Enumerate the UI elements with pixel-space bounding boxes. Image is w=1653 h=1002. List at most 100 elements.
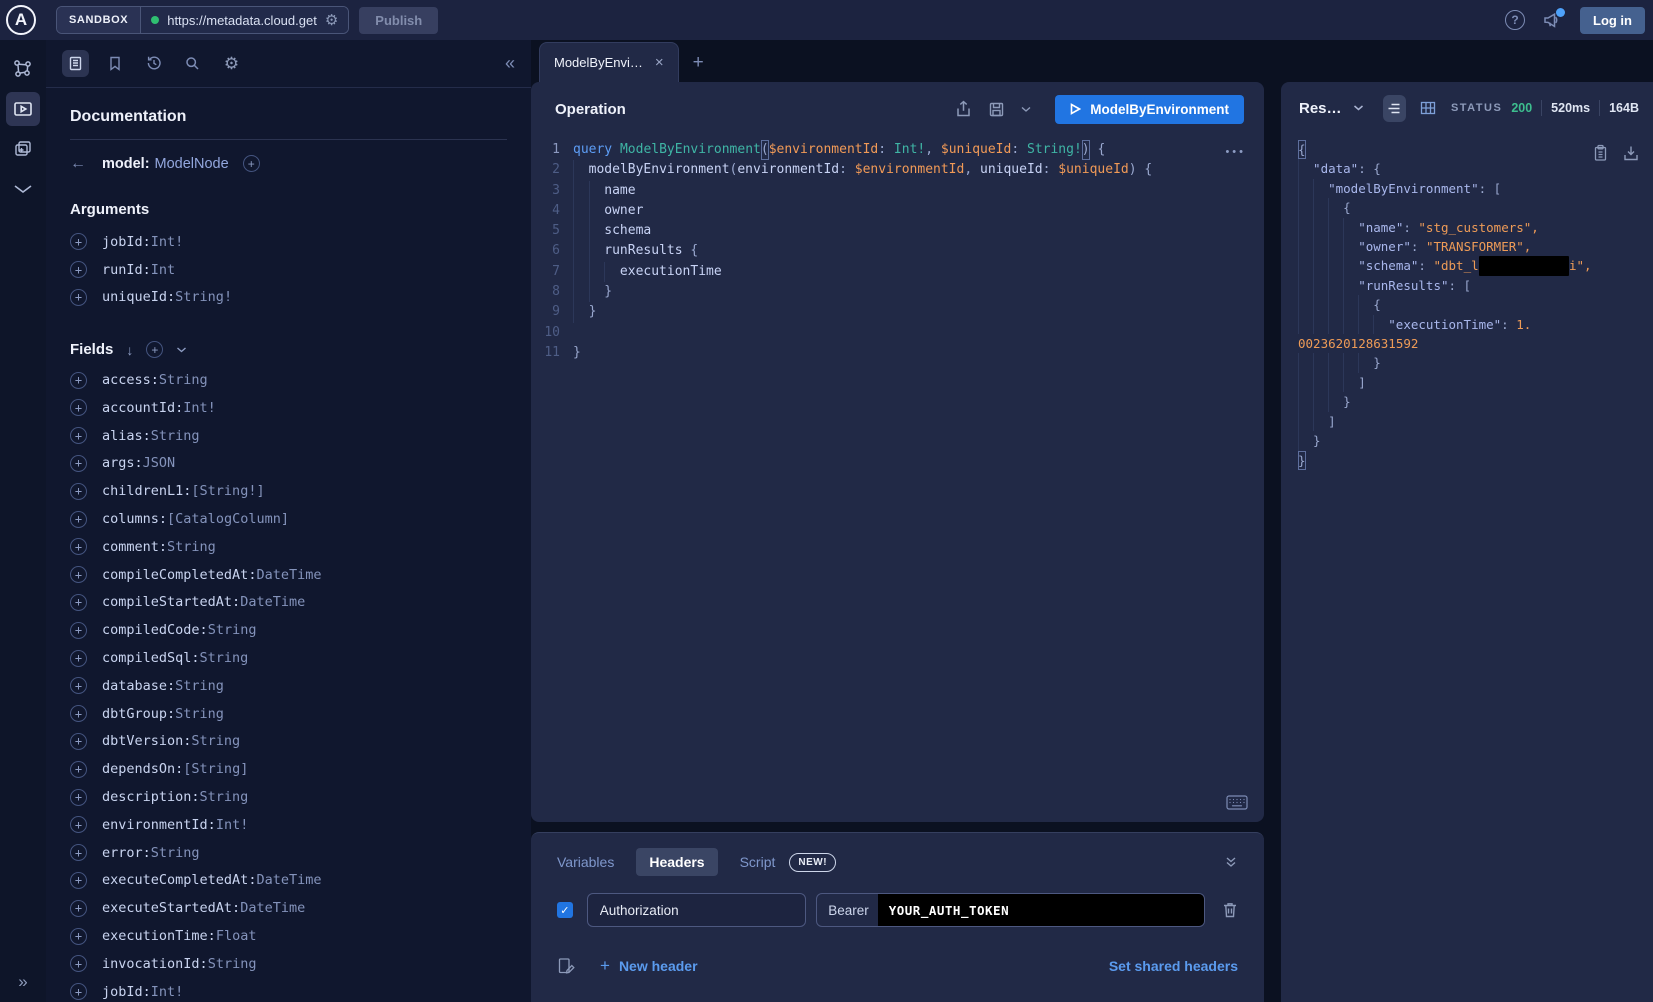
operation-tab[interactable]: ModelByEnvi… × bbox=[539, 42, 679, 82]
download-response-icon[interactable] bbox=[1623, 144, 1639, 162]
field-name[interactable]: columns bbox=[102, 511, 159, 527]
breadcrumb-type[interactable]: ModelNode bbox=[155, 156, 229, 172]
add-field-to-query-icon[interactable]: + bbox=[70, 566, 87, 583]
fields-chevron-icon[interactable] bbox=[176, 346, 187, 354]
edit-raw-headers-icon[interactable] bbox=[557, 957, 575, 976]
add-field-to-query-icon[interactable]: + bbox=[70, 650, 87, 667]
doc-field-item[interactable]: +access: String bbox=[70, 366, 507, 394]
add-type-icon[interactable]: + bbox=[243, 155, 260, 172]
add-field-to-query-icon[interactable]: + bbox=[70, 261, 87, 278]
add-field-to-query-icon[interactable]: + bbox=[70, 900, 87, 917]
collections-icon[interactable] bbox=[6, 132, 40, 166]
field-type[interactable]: String! bbox=[175, 289, 232, 305]
field-type[interactable]: Int! bbox=[151, 234, 184, 250]
doc-field-item[interactable]: +description: String bbox=[70, 783, 507, 811]
doc-field-item[interactable]: +runId: Int bbox=[70, 256, 507, 284]
field-type[interactable]: [CatalogColumn] bbox=[167, 511, 289, 527]
add-field-to-query-icon[interactable]: + bbox=[70, 872, 87, 889]
response-body[interactable]: {"data": {"modelByEnvironment": [{"name"… bbox=[1281, 134, 1653, 1002]
field-name[interactable]: childrenL1 bbox=[102, 483, 183, 499]
header-key-input[interactable] bbox=[587, 893, 806, 927]
run-operation-button[interactable]: ModelByEnvironment bbox=[1055, 95, 1244, 124]
doc-field-item[interactable]: +jobId: Int! bbox=[70, 228, 507, 256]
field-name[interactable]: executionTime bbox=[102, 928, 208, 944]
graphql-editor[interactable]: 1query ModelByEnvironment($environmentId… bbox=[531, 136, 1264, 822]
field-name[interactable]: dbtVersion bbox=[102, 733, 183, 749]
add-field-to-query-icon[interactable]: + bbox=[70, 455, 87, 472]
field-name[interactable]: dbtGroup bbox=[102, 706, 167, 722]
field-type[interactable]: Float bbox=[216, 928, 257, 944]
tab-script[interactable]: Script bbox=[740, 854, 776, 870]
add-field-to-query-icon[interactable]: + bbox=[70, 511, 87, 528]
add-field-to-query-icon[interactable]: + bbox=[70, 677, 87, 694]
field-name[interactable]: uniqueId bbox=[102, 289, 167, 305]
doc-field-item[interactable]: +compileStartedAt: DateTime bbox=[70, 589, 507, 617]
field-name[interactable]: comment bbox=[102, 539, 159, 555]
field-type[interactable]: String bbox=[200, 650, 249, 666]
field-type[interactable]: [String] bbox=[183, 761, 248, 777]
add-field-to-query-icon[interactable]: + bbox=[70, 705, 87, 722]
add-field-to-query-icon[interactable]: + bbox=[70, 622, 87, 639]
field-name[interactable]: executeCompletedAt bbox=[102, 872, 248, 888]
response-dropdown-chevron-icon[interactable] bbox=[1353, 104, 1364, 112]
add-all-fields-icon[interactable]: + bbox=[146, 341, 163, 358]
field-name[interactable]: runId bbox=[102, 262, 143, 278]
field-name[interactable]: environmentId bbox=[102, 817, 208, 833]
table-view-icon[interactable] bbox=[1417, 95, 1440, 122]
add-field-to-query-icon[interactable]: + bbox=[70, 761, 87, 778]
field-name[interactable]: jobId bbox=[102, 234, 143, 250]
field-name[interactable]: invocationId bbox=[102, 956, 200, 972]
announcements-icon[interactable] bbox=[1543, 11, 1562, 29]
add-field-to-query-icon[interactable]: + bbox=[70, 983, 87, 1000]
publish-button[interactable]: Publish bbox=[359, 7, 438, 34]
doc-field-item[interactable]: +jobId: Int! bbox=[70, 978, 507, 1002]
doc-field-item[interactable]: +executeStartedAt: DateTime bbox=[70, 894, 507, 922]
field-type[interactable]: String bbox=[191, 733, 240, 749]
settings-icon[interactable]: ⚙ bbox=[218, 50, 245, 77]
field-name[interactable]: compileStartedAt bbox=[102, 594, 232, 610]
add-field-to-query-icon[interactable]: + bbox=[70, 427, 87, 444]
field-name[interactable]: error bbox=[102, 845, 143, 861]
field-type[interactable]: String bbox=[151, 845, 200, 861]
field-name[interactable]: description bbox=[102, 789, 191, 805]
doc-field-item[interactable]: +compiledCode: String bbox=[70, 616, 507, 644]
field-type[interactable]: DateTime bbox=[256, 567, 321, 583]
doc-field-item[interactable]: +invocationId: String bbox=[70, 950, 507, 978]
doc-field-item[interactable]: +compiledSql: String bbox=[70, 644, 507, 672]
doc-field-item[interactable]: +uniqueId: String! bbox=[70, 283, 507, 311]
login-button[interactable]: Log in bbox=[1580, 7, 1645, 34]
field-type[interactable]: String bbox=[208, 956, 257, 972]
field-type[interactable]: Int! bbox=[183, 400, 216, 416]
copy-response-icon[interactable] bbox=[1593, 144, 1608, 162]
doc-field-item[interactable]: +dbtGroup: String bbox=[70, 700, 507, 728]
back-arrow-icon[interactable]: ← bbox=[70, 155, 92, 173]
field-type[interactable]: DateTime bbox=[256, 872, 321, 888]
share-operation-icon[interactable] bbox=[955, 100, 972, 118]
field-name[interactable]: compiledCode bbox=[102, 622, 200, 638]
delete-header-icon[interactable] bbox=[1222, 901, 1238, 919]
field-name[interactable]: jobId bbox=[102, 984, 143, 1000]
add-field-to-query-icon[interactable]: + bbox=[70, 594, 87, 611]
field-type[interactable]: [String!] bbox=[191, 483, 264, 499]
doc-field-item[interactable]: +environmentId: Int! bbox=[70, 811, 507, 839]
tab-variables[interactable]: Variables bbox=[557, 854, 614, 870]
help-icon[interactable]: ? bbox=[1505, 10, 1525, 30]
field-type[interactable]: String bbox=[200, 789, 249, 805]
history-icon[interactable] bbox=[140, 50, 167, 77]
field-type[interactable]: String bbox=[208, 622, 257, 638]
checks-icon[interactable] bbox=[6, 172, 40, 206]
doc-field-item[interactable]: +executeCompletedAt: DateTime bbox=[70, 867, 507, 895]
add-field-to-query-icon[interactable]: + bbox=[70, 372, 87, 389]
doc-field-item[interactable]: +comment: String bbox=[70, 533, 507, 561]
editor-more-menu-icon[interactable]: ••• bbox=[1225, 146, 1246, 158]
header-value-field[interactable]: Bearer YOUR_AUTH_TOKEN bbox=[816, 893, 1205, 927]
doc-field-item[interactable]: +childrenL1: [String!] bbox=[70, 477, 507, 505]
field-type[interactable]: Int! bbox=[216, 817, 249, 833]
header-enabled-checkbox[interactable]: ✓ bbox=[557, 902, 573, 918]
add-field-to-query-icon[interactable]: + bbox=[70, 928, 87, 945]
keyboard-shortcuts-icon[interactable] bbox=[1226, 795, 1248, 810]
field-name[interactable]: alias bbox=[102, 428, 143, 444]
add-field-to-query-icon[interactable]: + bbox=[70, 955, 87, 972]
tab-headers[interactable]: Headers bbox=[636, 848, 717, 876]
schema-graph-icon[interactable] bbox=[6, 52, 40, 86]
